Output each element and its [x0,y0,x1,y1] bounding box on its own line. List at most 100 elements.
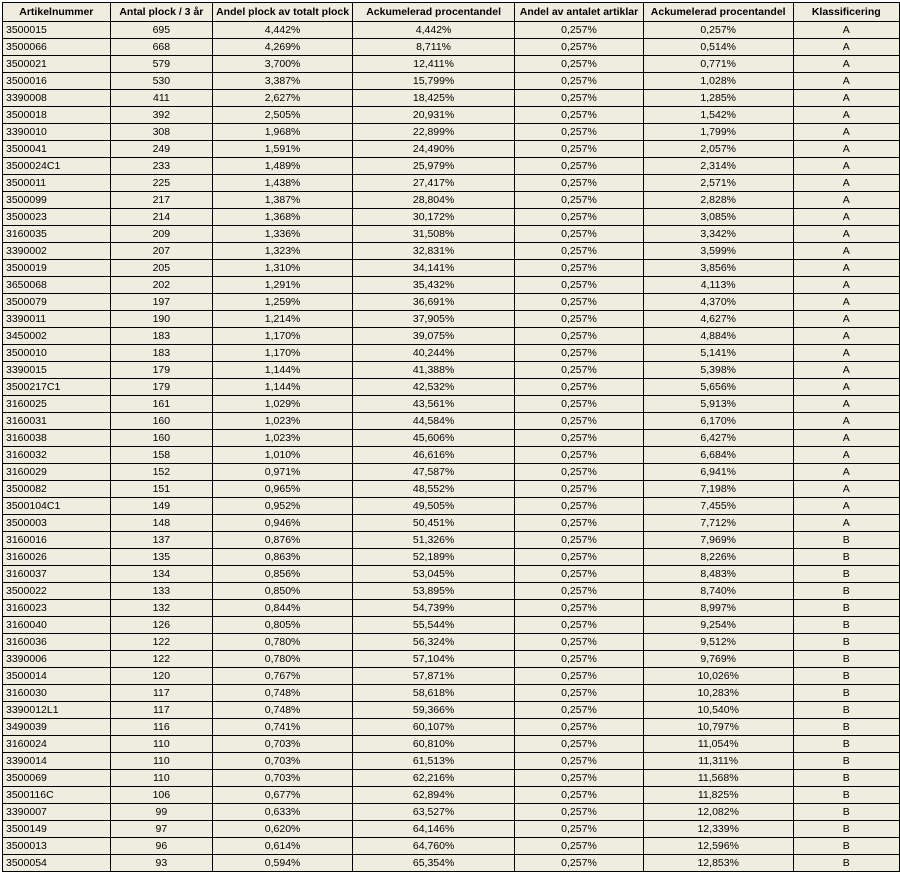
cell-article-share[interactable]: 0,257% [514,803,644,821]
cell-article-number[interactable]: 3500015 [2,21,111,39]
cell-cumulative-article-share[interactable]: 4,627% [642,310,794,328]
cell-pick-share[interactable]: 1,387% [212,191,354,209]
cell-pick-share[interactable]: 1,310% [212,259,354,277]
cell-pick-count[interactable]: 161 [109,395,214,413]
cell-cumulative-article-share[interactable]: 9,512% [642,633,794,651]
cell-classification[interactable]: A [792,480,900,498]
cell-pick-share[interactable]: 2,505% [212,106,354,124]
cell-cumulative-article-share[interactable]: 3,342% [642,225,794,243]
cell-cumulative-pick-share[interactable]: 54,739% [352,599,516,617]
cell-classification[interactable]: B [792,616,900,634]
cell-pick-count[interactable]: 530 [109,72,214,90]
cell-pick-count[interactable]: 579 [109,55,214,73]
cell-article-number[interactable]: 3450002 [2,327,111,345]
cell-article-number[interactable]: 3500217C1 [2,378,111,396]
cell-pick-count[interactable]: 148 [109,514,214,532]
cell-article-number[interactable]: 3160035 [2,225,111,243]
cell-article-number[interactable]: 3160029 [2,463,111,481]
cell-classification[interactable]: A [792,259,900,277]
cell-article-number[interactable]: 3490039 [2,718,111,736]
cell-classification[interactable]: A [792,463,900,481]
cell-pick-share[interactable]: 1,023% [212,429,354,447]
cell-pick-count[interactable]: 149 [109,497,214,515]
cell-pick-share[interactable]: 1,144% [212,361,354,379]
cell-pick-count[interactable]: 392 [109,106,214,124]
cell-classification[interactable]: B [792,633,900,651]
cell-cumulative-pick-share[interactable]: 53,045% [352,565,516,583]
cell-cumulative-article-share[interactable]: 12,082% [642,803,794,821]
cell-pick-share[interactable]: 1,323% [212,242,354,260]
cell-pick-count[interactable]: 183 [109,344,214,362]
cell-cumulative-pick-share[interactable]: 47,587% [352,463,516,481]
cell-cumulative-pick-share[interactable]: 15,799% [352,72,516,90]
cell-classification[interactable]: A [792,225,900,243]
cell-pick-share[interactable]: 1,489% [212,157,354,175]
cell-cumulative-pick-share[interactable]: 41,388% [352,361,516,379]
cell-article-number[interactable]: 3160023 [2,599,111,617]
cell-cumulative-article-share[interactable]: 3,599% [642,242,794,260]
cell-cumulative-pick-share[interactable]: 62,894% [352,786,516,804]
cell-pick-share[interactable]: 0,703% [212,735,354,753]
cell-classification[interactable]: A [792,72,900,90]
cell-pick-count[interactable]: 207 [109,242,214,260]
cell-article-share[interactable]: 0,257% [514,123,644,141]
cell-pick-share[interactable]: 0,703% [212,769,354,787]
cell-article-share[interactable]: 0,257% [514,582,644,600]
cell-article-number[interactable]: 3390007 [2,803,111,821]
cell-cumulative-article-share[interactable]: 9,769% [642,650,794,668]
cell-classification[interactable]: B [792,854,900,872]
cell-classification[interactable]: A [792,378,900,396]
cell-article-share[interactable]: 0,257% [514,497,644,515]
cell-classification[interactable]: B [792,820,900,838]
cell-classification[interactable]: A [792,395,900,413]
cell-cumulative-article-share[interactable]: 10,797% [642,718,794,736]
cell-cumulative-pick-share[interactable]: 44,584% [352,412,516,430]
cell-cumulative-pick-share[interactable]: 56,324% [352,633,516,651]
cell-cumulative-article-share[interactable]: 4,113% [642,276,794,294]
cell-cumulative-pick-share[interactable]: 32,831% [352,242,516,260]
cell-article-number[interactable]: 3500011 [2,174,111,192]
cell-article-number[interactable]: 3500149 [2,820,111,838]
cell-cumulative-article-share[interactable]: 6,684% [642,446,794,464]
cell-cumulative-article-share[interactable]: 8,483% [642,565,794,583]
cell-pick-count[interactable]: 183 [109,327,214,345]
cell-article-share[interactable]: 0,257% [514,293,644,311]
cell-article-share[interactable]: 0,257% [514,140,644,158]
cell-article-number[interactable]: 3500041 [2,140,111,158]
cell-article-number[interactable]: 3390010 [2,123,111,141]
cell-article-number[interactable]: 3500010 [2,344,111,362]
cell-classification[interactable]: A [792,327,900,345]
cell-pick-count[interactable]: 110 [109,752,214,770]
cell-cumulative-article-share[interactable]: 4,884% [642,327,794,345]
cell-pick-share[interactable]: 0,952% [212,497,354,515]
cell-cumulative-pick-share[interactable]: 64,146% [352,820,516,838]
cell-cumulative-pick-share[interactable]: 22,899% [352,123,516,141]
cell-pick-count[interactable]: 214 [109,208,214,226]
cell-classification[interactable]: B [792,769,900,787]
cell-article-share[interactable]: 0,257% [514,752,644,770]
cell-article-number[interactable]: 3160032 [2,446,111,464]
cell-cumulative-pick-share[interactable]: 31,508% [352,225,516,243]
cell-classification[interactable]: B [792,565,900,583]
cell-article-share[interactable]: 0,257% [514,480,644,498]
cell-cumulative-pick-share[interactable]: 53,895% [352,582,516,600]
cell-article-number[interactable]: 3160031 [2,412,111,430]
cell-cumulative-article-share[interactable]: 12,596% [642,837,794,855]
cell-cumulative-article-share[interactable]: 6,170% [642,412,794,430]
cell-cumulative-article-share[interactable]: 11,054% [642,735,794,753]
cell-pick-count[interactable]: 695 [109,21,214,39]
cell-cumulative-article-share[interactable]: 7,455% [642,497,794,515]
cell-pick-share[interactable]: 1,591% [212,140,354,158]
cell-pick-share[interactable]: 0,594% [212,854,354,872]
cell-classification[interactable]: A [792,514,900,532]
cell-cumulative-pick-share[interactable]: 45,606% [352,429,516,447]
cell-cumulative-article-share[interactable]: 1,285% [642,89,794,107]
cell-pick-count[interactable]: 205 [109,259,214,277]
cell-article-number[interactable]: 3500021 [2,55,111,73]
cell-article-share[interactable]: 0,257% [514,769,644,787]
cell-pick-share[interactable]: 0,703% [212,752,354,770]
cell-cumulative-pick-share[interactable]: 60,107% [352,718,516,736]
cell-pick-count[interactable]: 197 [109,293,214,311]
cell-article-share[interactable]: 0,257% [514,106,644,124]
cell-pick-count[interactable]: 202 [109,276,214,294]
